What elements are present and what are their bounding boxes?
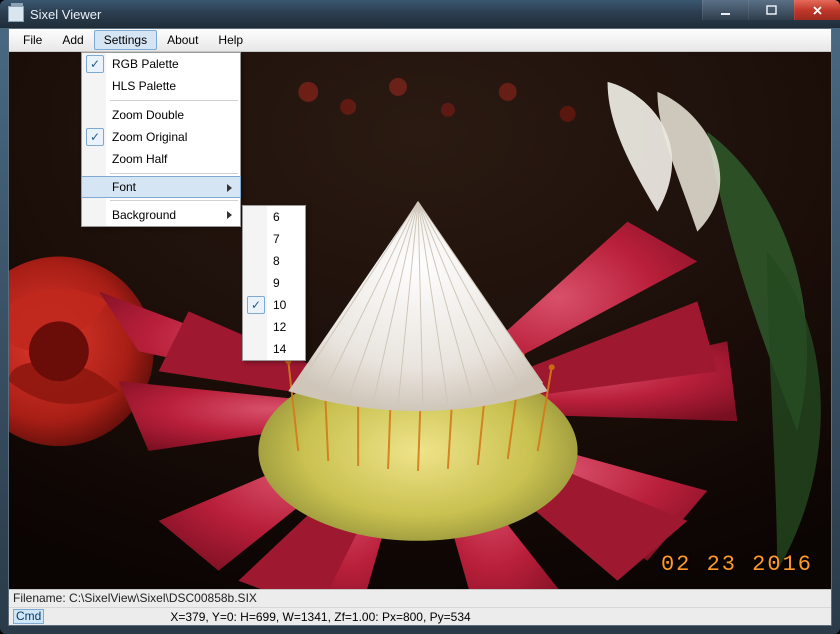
font-option-7[interactable]: 7 [243, 228, 305, 250]
menu-label: Background [112, 208, 176, 222]
menu-label: 6 [273, 210, 280, 224]
client-area: File Add Settings About Help [8, 28, 832, 626]
menu-label: 9 [273, 276, 280, 290]
menu-background[interactable]: Background [82, 204, 240, 226]
font-option-9[interactable]: 9 [243, 272, 305, 294]
check-icon: ✓ [86, 55, 104, 73]
menu-label: 14 [273, 342, 286, 356]
window-controls [702, 0, 840, 28]
status-filename: Filename: C:\SixelView\Sixel\DSC00858b.S… [9, 589, 831, 607]
menu-label: Zoom Half [112, 152, 167, 166]
status-bar: Cmd X=379, Y=0: H=699, W=1341, Zf=1.00: … [9, 607, 831, 625]
check-icon: ✓ [247, 296, 265, 314]
font-option-6[interactable]: 6 [243, 206, 305, 228]
menu-hls-palette[interactable]: HLS Palette [82, 75, 240, 97]
menubar: File Add Settings About Help [9, 29, 831, 52]
close-button[interactable] [794, 0, 840, 20]
app-icon [8, 6, 24, 22]
menu-label: 12 [273, 320, 286, 334]
menu-label: Zoom Original [112, 130, 187, 144]
menu-rgb-palette[interactable]: ✓ RGB Palette [82, 53, 240, 75]
filename-label: Filename: [13, 591, 66, 605]
maximize-button[interactable] [748, 0, 794, 20]
menu-label: Zoom Double [112, 108, 184, 122]
status-coords: X=379, Y=0: H=699, W=1341, Zf=1.00: Px=8… [170, 610, 470, 624]
filename-path: C:\SixelView\Sixel\DSC00858b.SIX [69, 591, 257, 605]
font-option-14[interactable]: 14 [243, 338, 305, 360]
menu-help[interactable]: Help [208, 30, 253, 50]
font-option-12[interactable]: 12 [243, 316, 305, 338]
window-title: Sixel Viewer [30, 7, 702, 22]
menu-zoom-original[interactable]: ✓ Zoom Original [82, 126, 240, 148]
menu-label: HLS Palette [112, 79, 176, 93]
menu-font[interactable]: Font [81, 176, 241, 198]
menu-separator [110, 100, 238, 101]
menu-zoom-double[interactable]: Zoom Double [82, 104, 240, 126]
menu-label: Font [112, 180, 136, 194]
menu-label: RGB Palette [112, 57, 179, 71]
menu-separator [110, 200, 238, 201]
menu-label: 10 [273, 298, 286, 312]
menu-about[interactable]: About [157, 30, 208, 50]
font-option-10[interactable]: ✓ 10 [243, 294, 305, 316]
menu-add[interactable]: Add [52, 30, 93, 50]
submenu-arrow-icon [227, 184, 232, 192]
menu-zoom-half[interactable]: Zoom Half [82, 148, 240, 170]
submenu-arrow-icon [227, 211, 232, 219]
cmd-input[interactable]: Cmd [13, 609, 44, 624]
window-chrome: Sixel Viewer File Add Settings About Hel… [0, 0, 840, 634]
font-option-8[interactable]: 8 [243, 250, 305, 272]
menu-label: 7 [273, 232, 280, 246]
menu-separator [110, 173, 238, 174]
menu-label: 8 [273, 254, 280, 268]
settings-dropdown: ✓ RGB Palette HLS Palette Zoom Double ✓ … [81, 52, 241, 227]
check-icon: ✓ [86, 128, 104, 146]
photo-timestamp: 02 23 2016 [661, 552, 813, 577]
font-submenu: 6 7 8 9 ✓ 10 12 14 [242, 205, 306, 361]
menu-file[interactable]: File [13, 30, 52, 50]
titlebar[interactable]: Sixel Viewer [0, 0, 840, 28]
image-viewport[interactable]: 02 23 2016 ✓ RGB Palette HLS Palette Zoo… [9, 52, 831, 589]
minimize-button[interactable] [702, 0, 748, 20]
menu-settings[interactable]: Settings [94, 30, 157, 50]
